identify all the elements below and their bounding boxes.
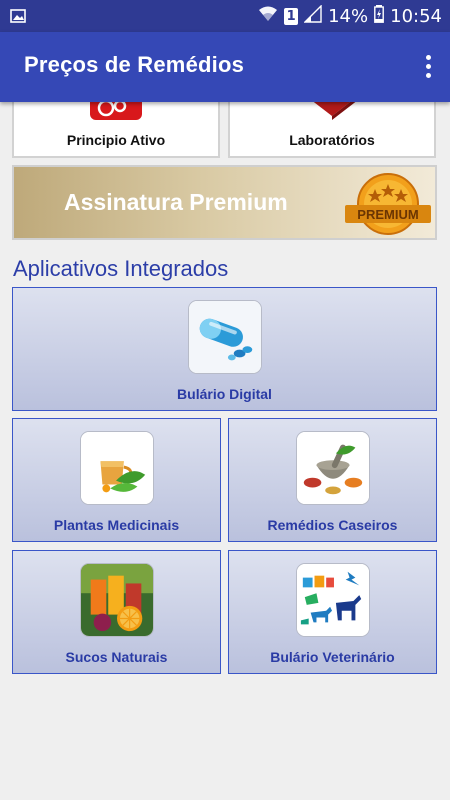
app-label: Plantas Medicinais	[53, 517, 180, 533]
image-icon	[10, 8, 26, 24]
more-vert-icon[interactable]	[416, 50, 440, 84]
app-bar: Preços de Remédios	[0, 32, 450, 102]
mortar-pestle-icon	[295, 431, 370, 505]
section-title: Aplicativos Integrados	[13, 256, 229, 281]
premium-badge-icon: PREMIUM	[343, 171, 433, 237]
app-tile-bulario-digital[interactable]: Bulário Digital	[12, 287, 437, 411]
app-tile-bulario-veterinario[interactable]: Bulário Veterinário	[228, 550, 437, 674]
status-bar: 1 14% 10:54	[0, 0, 450, 32]
app-title: Preços de Remédios	[24, 52, 245, 77]
card-label: Laboratórios	[289, 132, 375, 148]
sim-badge: 1	[284, 7, 299, 25]
app-label: Bulário Digital	[177, 386, 272, 402]
app-tile-remedios-caseiros[interactable]: Remédios Caseiros	[228, 418, 437, 542]
juice-icon	[79, 563, 154, 637]
premium-label: Assinatura Premium	[64, 189, 288, 215]
wifi-icon	[258, 5, 278, 28]
capsule-icon	[187, 300, 262, 374]
animals-icon	[295, 563, 370, 637]
app-label: Bulário Veterinário	[270, 649, 395, 665]
app-label: Remédios Caseiros	[267, 517, 398, 533]
app-label: Sucos Naturais	[65, 649, 168, 665]
clock: 10:54	[390, 5, 442, 27]
app-tile-plantas-medicinais[interactable]: Plantas Medicinais	[12, 418, 221, 542]
herbal-tea-icon	[79, 431, 154, 505]
app-tile-sucos-naturais[interactable]: Sucos Naturais	[12, 550, 221, 674]
battery-percent: 14%	[328, 5, 369, 27]
premium-badge-text: PREMIUM	[357, 207, 418, 222]
signal-icon	[303, 3, 322, 28]
battery-charging-icon	[374, 4, 385, 28]
premium-banner[interactable]: Assinatura Premium PREMIUM	[12, 165, 437, 240]
card-label: Principio Ativo	[66, 132, 166, 148]
